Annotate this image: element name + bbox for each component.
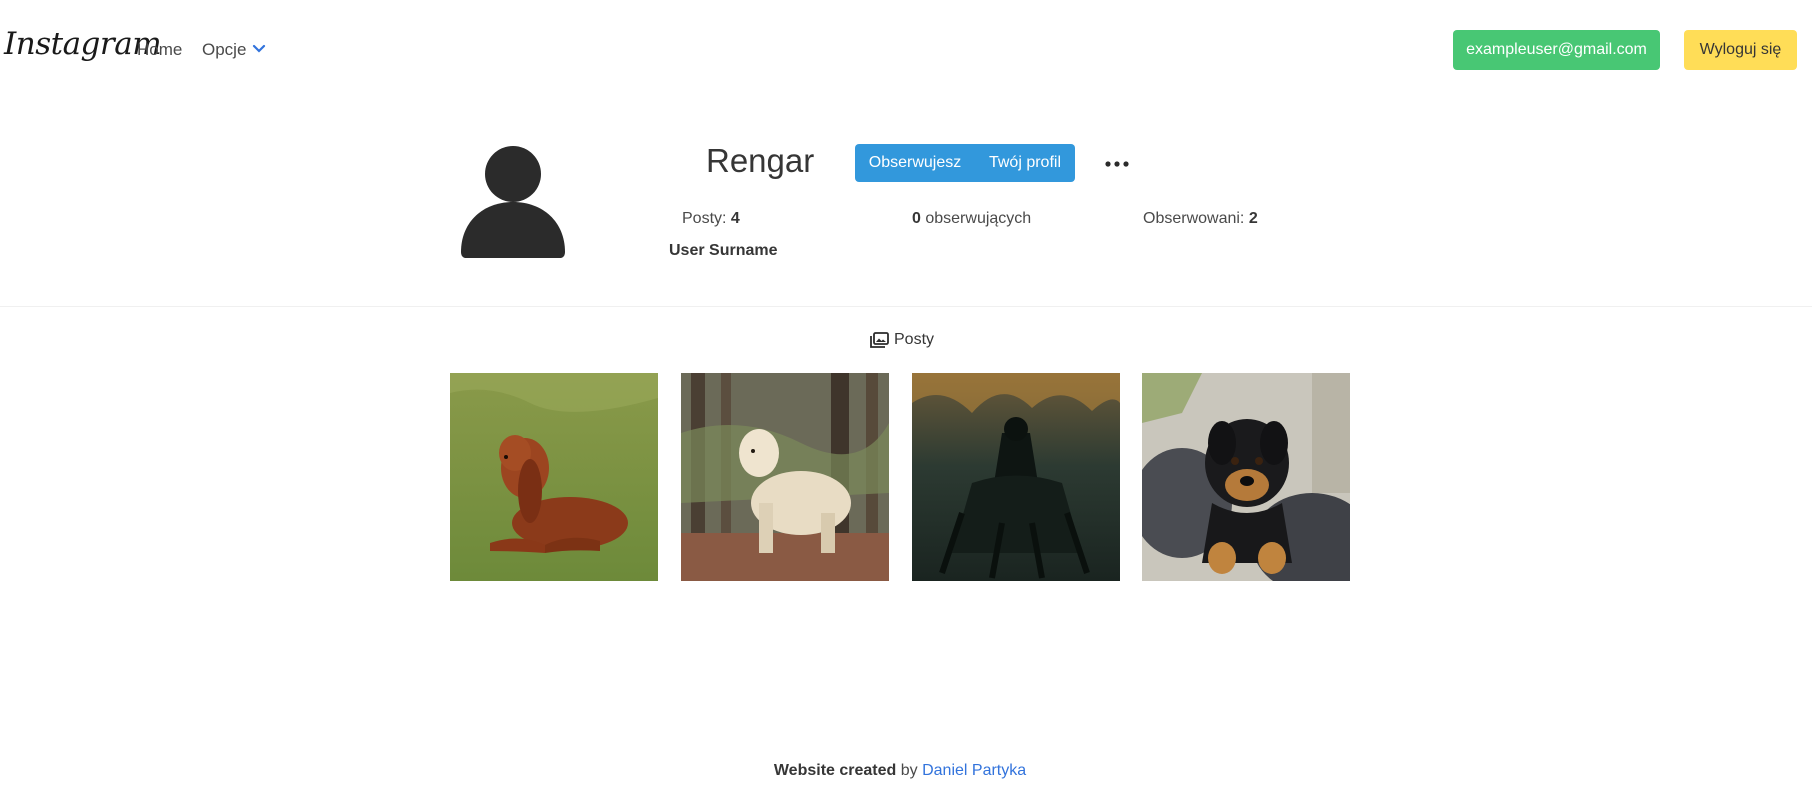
following-stat-label: Obserwowani: bbox=[1143, 210, 1245, 227]
logout-button[interactable]: Wyloguj się bbox=[1684, 30, 1797, 70]
followers-stat-count: 0 bbox=[912, 210, 921, 227]
user-email-button[interactable]: exampleuser@gmail.com bbox=[1453, 30, 1660, 70]
nav-options-dropdown[interactable]: Opcje bbox=[202, 40, 246, 60]
post-thumbnail-3[interactable] bbox=[912, 373, 1120, 581]
followers-stat[interactable]: 0 obserwujących bbox=[912, 210, 1031, 228]
puppy-photo bbox=[1142, 373, 1350, 581]
following-button[interactable]: Obserwujesz bbox=[855, 144, 975, 182]
followers-stat-label: obserwujących bbox=[925, 210, 1032, 227]
footer: Website created by Daniel Partyka bbox=[0, 762, 1800, 780]
profile-username: Rengar bbox=[706, 142, 815, 179]
retriever-photo bbox=[681, 373, 889, 581]
chevron-down-icon[interactable] bbox=[252, 42, 266, 56]
posts-stat-label: Posty: bbox=[682, 210, 727, 227]
more-options-icon[interactable] bbox=[1104, 160, 1130, 168]
spaniel-photo bbox=[450, 373, 658, 581]
nav-home-link[interactable]: Home bbox=[137, 40, 182, 60]
profile-full-name: User Surname bbox=[669, 242, 778, 259]
following-stat[interactable]: Obserwowani: 2 bbox=[1143, 210, 1258, 228]
your-profile-button[interactable]: Twój profil bbox=[975, 144, 1075, 182]
images-icon bbox=[870, 332, 889, 348]
posts-stat-count: 4 bbox=[730, 210, 740, 227]
post-thumbnail-4[interactable] bbox=[1142, 373, 1350, 581]
posts-stat: Posty: 4 bbox=[682, 210, 740, 228]
section-divider bbox=[0, 306, 1812, 307]
dark-rider-photo bbox=[912, 373, 1120, 581]
footer-author-link[interactable]: Daniel Partyka bbox=[922, 762, 1026, 779]
tab-posts-label: Posty bbox=[894, 331, 935, 348]
footer-created-label: Website created bbox=[773, 762, 897, 779]
post-thumbnail-2[interactable] bbox=[681, 373, 889, 581]
following-stat-count: 2 bbox=[1248, 210, 1258, 227]
avatar-icon bbox=[461, 146, 565, 258]
profile-button-group: Obserwujesz Twój profil bbox=[855, 144, 1075, 182]
post-thumbnail-1[interactable] bbox=[450, 373, 658, 581]
navbar: Instagram Home Opcje exampleuser@gmail.c… bbox=[0, 0, 1816, 98]
tab-posts[interactable]: Posty bbox=[870, 331, 934, 349]
footer-by-label: by bbox=[900, 762, 918, 779]
